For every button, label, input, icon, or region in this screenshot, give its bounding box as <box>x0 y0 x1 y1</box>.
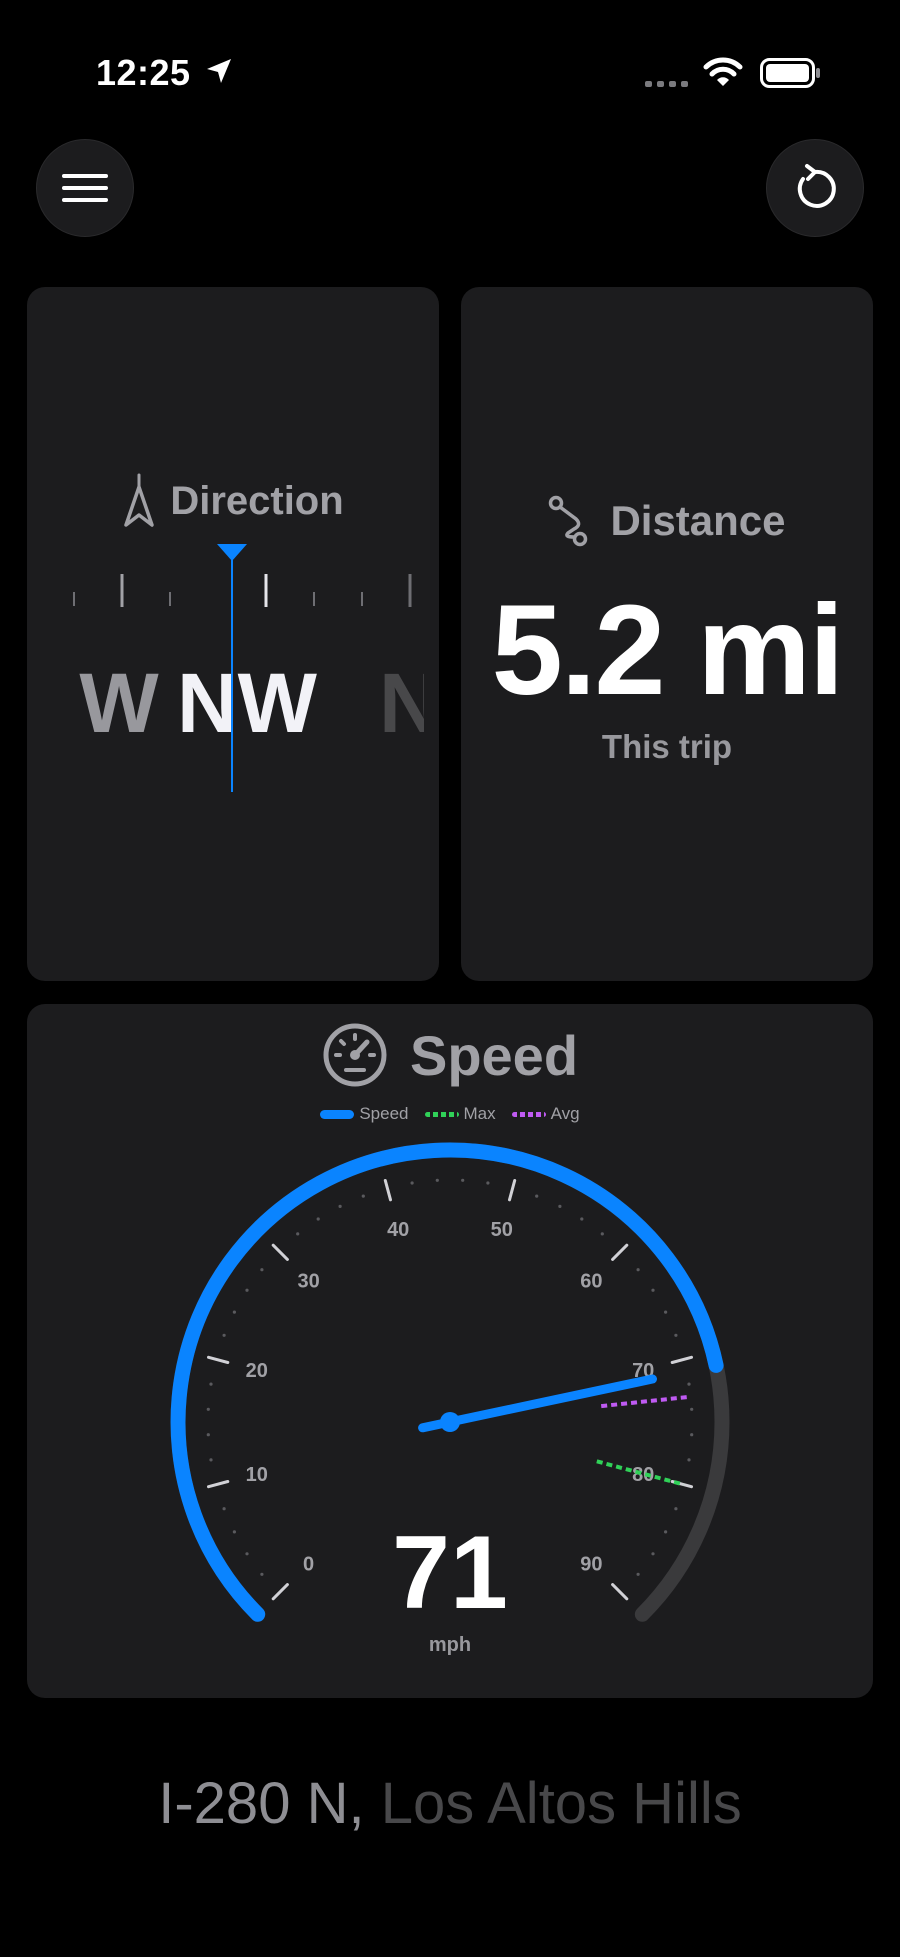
gauge-minor-tick <box>435 1178 439 1182</box>
gauge-minor-tick <box>222 1333 226 1337</box>
gauge-major-tick <box>271 1583 289 1601</box>
location-arrow-icon <box>207 59 231 83</box>
gauge-tick-label: 20 <box>246 1360 268 1382</box>
gauge-major-tick <box>611 1583 629 1601</box>
hamburger-menu-icon <box>62 174 108 202</box>
gauge-minor-tick <box>664 1530 668 1534</box>
gauge-minor-tick <box>636 1572 640 1576</box>
gauge-minor-tick <box>296 1232 300 1236</box>
gauge-minor-tick <box>674 1333 678 1337</box>
gauge-minor-tick <box>206 1433 210 1437</box>
gauge-minor-tick <box>580 1217 584 1221</box>
gauge-minor-tick <box>232 1310 236 1314</box>
gauge-major-tick <box>271 1243 289 1261</box>
gauge-minor-tick <box>206 1407 210 1411</box>
gauge-minor-tick <box>461 1178 465 1182</box>
gauge-minor-tick <box>690 1407 694 1411</box>
gauge-major-tick <box>670 1355 693 1364</box>
gauge-minor-tick <box>245 1552 249 1556</box>
gauge-minor-tick <box>410 1181 414 1185</box>
gauge-minor-tick <box>690 1433 694 1437</box>
place-name: Los Altos Hills <box>364 1771 742 1836</box>
gauge-minor-tick <box>209 1458 213 1462</box>
compass-label-w: W <box>79 656 159 750</box>
menu-button[interactable] <box>36 139 134 237</box>
gauge-tick-label: 50 <box>491 1219 513 1241</box>
distance-card[interactable]: Distance 5.2 mi This trip <box>461 287 873 981</box>
gauge-minor-tick <box>687 1382 691 1386</box>
gauge-minor-tick <box>361 1194 365 1198</box>
gauge-major-tick <box>508 1179 517 1202</box>
status-time: 12:25 <box>96 52 191 93</box>
gauge-tick-label: 40 <box>387 1219 409 1241</box>
gauge-minor-tick <box>651 1288 655 1292</box>
compass-strip[interactable]: W NW N <box>27 287 439 981</box>
gauge-major-tick <box>207 1480 230 1489</box>
gauge-minor-tick <box>558 1204 562 1208</box>
heading-pointer-icon <box>217 544 247 561</box>
gauge-minor-tick <box>636 1268 640 1272</box>
gauge-major-tick <box>383 1179 392 1202</box>
speed-card[interactable]: Speed Speed Max Avg 0 10 20 30 40 50 60 70 80 90 … <box>27 1004 873 1698</box>
gauge-minor-tick <box>651 1552 655 1556</box>
gauge-minor-tick <box>486 1181 490 1185</box>
gauge-avg-marker <box>600 1394 691 1409</box>
road-name: I-280 N <box>158 1771 349 1836</box>
route-icon <box>549 495 588 547</box>
gauge-tick-label: 10 <box>246 1464 268 1486</box>
cellular-signal-icon <box>645 81 688 87</box>
gauge-minor-tick <box>664 1310 668 1314</box>
distance-value: 5.2 mi <box>491 579 845 722</box>
gauge-minor-tick <box>687 1458 691 1462</box>
distance-title: Distance <box>610 497 786 544</box>
gauge-minor-tick <box>600 1232 604 1236</box>
gauge-minor-tick <box>338 1204 342 1208</box>
gauge-tick-label: 60 <box>580 1271 602 1293</box>
gauge-minor-tick <box>209 1382 213 1386</box>
direction-card[interactable]: Direction W NW N <box>27 287 439 981</box>
distance-header: Distance <box>461 495 873 547</box>
gauge-minor-tick <box>245 1288 249 1292</box>
reset-trip-icon <box>797 164 836 208</box>
location-separator: , <box>348 1771 365 1836</box>
wifi-icon <box>703 57 743 86</box>
gauge-tick-label: 30 <box>297 1271 319 1293</box>
reset-trip-button[interactable] <box>766 139 864 237</box>
gauge-major-tick <box>611 1243 629 1261</box>
gauge-minor-tick <box>222 1507 226 1511</box>
speed-value: 71 <box>392 1515 508 1631</box>
gauge-needle-hub <box>440 1412 460 1432</box>
compass-label-nw: NW <box>177 656 318 750</box>
gauge-minor-tick <box>674 1507 678 1511</box>
location-bar: I-280 N, Los Altos Hills <box>0 1770 900 1837</box>
gauge-minor-tick <box>260 1572 264 1576</box>
gauge-major-tick <box>207 1355 230 1364</box>
gauge-minor-tick <box>535 1194 539 1198</box>
speed-unit: mph <box>428 1634 472 1656</box>
gauge-minor-tick <box>316 1217 320 1221</box>
battery-icon <box>760 58 820 88</box>
gauge-minor-tick <box>260 1268 264 1272</box>
gauge-minor-tick <box>232 1530 236 1534</box>
distance-caption: This trip <box>601 728 733 765</box>
compass-ticks <box>73 574 412 607</box>
status-bar: 12:25 <box>0 0 900 150</box>
